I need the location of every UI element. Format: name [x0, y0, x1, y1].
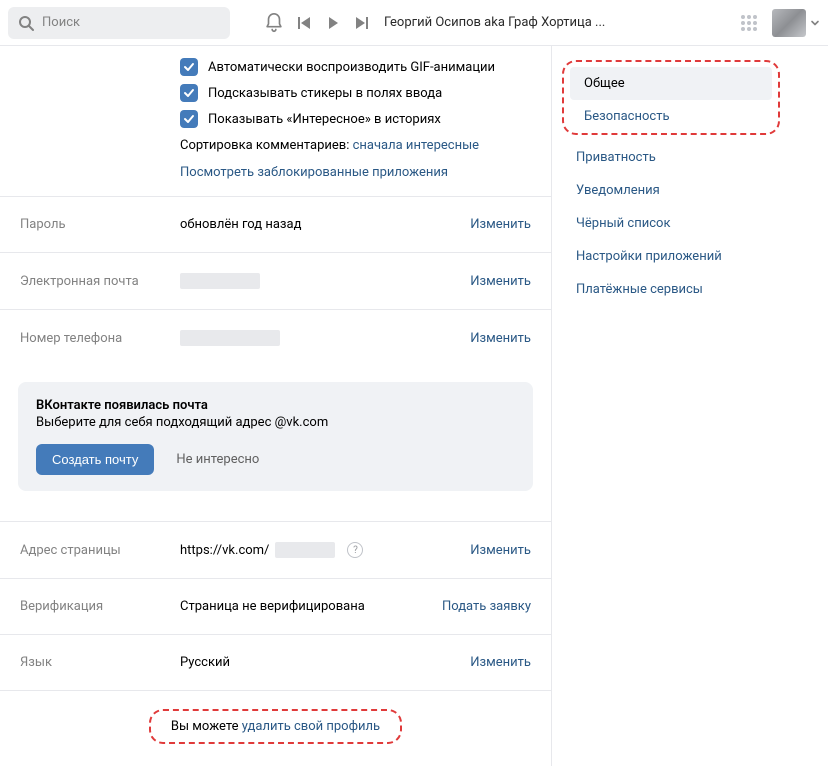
search-placeholder: Поиск [42, 15, 80, 30]
general-options: Автоматически воспроизводить GIF-анимаци… [0, 46, 551, 197]
row-value: https://vk.com/ ? [180, 542, 470, 558]
row-value-hidden [180, 273, 470, 289]
checkbox-label: Подсказывать стикеры в полях ввода [208, 86, 442, 101]
row-value-hidden [180, 330, 470, 346]
row-label: Пароль [20, 217, 180, 232]
delete-profile-link[interactable]: удалить свой профиль [242, 719, 380, 734]
delete-profile-highlight: Вы можете удалить свой профиль [149, 709, 402, 744]
promo-title: ВКонтакте появилась почта [36, 398, 515, 413]
settings-main: Автоматически воспроизводить GIF-анимаци… [0, 46, 552, 766]
address-prefix: https://vk.com/ [180, 543, 269, 558]
profile-menu-button[interactable] [772, 9, 820, 37]
row-label: Верификация [20, 599, 180, 614]
checkbox-checked-icon [180, 84, 198, 102]
change-address-link[interactable]: Изменить [470, 543, 531, 558]
mail-promo: ВКонтакте появилась почта Выберите для с… [18, 382, 533, 491]
create-mail-button[interactable]: Создать почту [36, 444, 154, 475]
comments-sort-link[interactable]: сначала интересные [353, 138, 479, 153]
change-password-link[interactable]: Изменить [470, 217, 531, 232]
delete-profile-row: Вы можете удалить свой профиль [0, 690, 551, 766]
dismiss-promo-button[interactable]: Не интересно [176, 452, 259, 467]
row-label: Адрес страницы [20, 543, 180, 558]
row-email: Электронная почта Изменить [0, 253, 551, 310]
checkbox-row-interesting[interactable]: Показывать «Интересное» в историях [180, 106, 531, 132]
row-language: Язык Русский Изменить [0, 635, 551, 690]
apply-verification-link[interactable]: Подать заявку [442, 599, 531, 614]
change-phone-link[interactable]: Изменить [470, 331, 531, 346]
play-icon[interactable] [326, 16, 340, 30]
sidebar-item-security[interactable]: Безопасность [570, 100, 772, 126]
checkbox-row-stickers[interactable]: Подсказывать стикеры в полях ввода [180, 80, 531, 106]
settings-sidebar: Общее Безопасность Приватность Уведомлен… [552, 46, 796, 306]
notifications-button[interactable] [258, 12, 290, 34]
row-phone: Номер телефона Изменить [0, 310, 551, 366]
row-value: Русский [180, 655, 470, 670]
delete-prefix: Вы можете [171, 719, 242, 734]
row-label: Электронная почта [20, 274, 180, 289]
row-label: Язык [20, 655, 180, 670]
row-verification: Верификация Страница не верифицирована П… [0, 579, 551, 635]
row-password: Пароль обновлён год назад Изменить [0, 197, 551, 253]
comments-sort: Сортировка комментариев: сначала интерес… [180, 132, 531, 157]
checkbox-label: Показывать «Интересное» в историях [208, 112, 441, 127]
sidebar-item-general[interactable]: Общее [570, 67, 772, 100]
checkbox-checked-icon [180, 58, 198, 76]
checkbox-checked-icon [180, 110, 198, 128]
music-player-controls [298, 16, 368, 30]
row-address: Адрес страницы https://vk.com/ ? Изменит… [0, 521, 551, 579]
help-icon[interactable]: ? [347, 542, 363, 558]
blocked-apps-link[interactable]: Посмотреть заблокированные приложения [180, 165, 448, 180]
sidebar-active-highlight: Общее Безопасность [562, 60, 780, 135]
change-language-link[interactable]: Изменить [470, 655, 531, 670]
apps-menu-button[interactable] [740, 14, 758, 32]
sidebar-item-privacy[interactable]: Приватность [562, 141, 780, 174]
row-label: Номер телефона [20, 331, 180, 346]
promo-subtitle: Выберите для себя подходящий адрес @vk.c… [36, 415, 515, 430]
avatar [772, 9, 806, 37]
checkbox-label: Автоматически воспроизводить GIF-анимаци… [208, 60, 495, 75]
sidebar-item-blacklist[interactable]: Чёрный список [562, 207, 780, 240]
row-value: Страница не верифицирована [180, 599, 442, 614]
search-icon [18, 15, 34, 31]
sidebar-item-payment-services[interactable]: Платёжные сервисы [562, 273, 780, 306]
sidebar-item-app-settings[interactable]: Настройки приложений [562, 240, 780, 273]
row-value: обновлён год назад [180, 217, 470, 232]
grid-icon [740, 14, 758, 32]
now-playing-title[interactable]: Георгий Осипов aka Граф Хортица ... [384, 15, 605, 30]
sidebar-item-notifications[interactable]: Уведомления [562, 174, 780, 207]
search-input[interactable]: Поиск [8, 7, 230, 39]
top-bar: Поиск Георгий Осипов aka Граф Хортица ..… [0, 0, 828, 46]
checkbox-row-gif[interactable]: Автоматически воспроизводить GIF-анимаци… [180, 54, 531, 80]
next-track-icon[interactable] [354, 16, 368, 30]
chevron-down-icon [810, 18, 820, 28]
bell-icon [263, 12, 285, 34]
change-email-link[interactable]: Изменить [470, 274, 531, 289]
comments-sort-label: Сортировка комментариев: [180, 138, 353, 153]
address-hidden [275, 542, 335, 558]
prev-track-icon[interactable] [298, 16, 312, 30]
